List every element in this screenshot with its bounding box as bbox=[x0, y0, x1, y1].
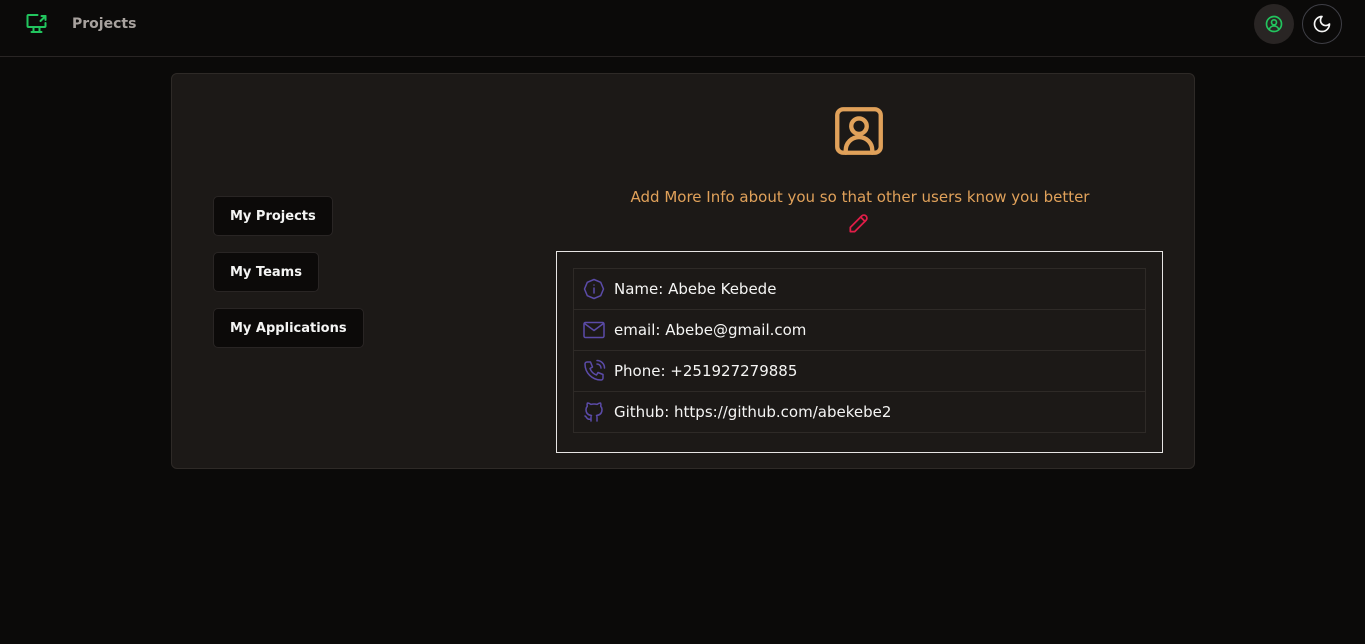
my-projects-button[interactable]: My Projects bbox=[213, 196, 333, 236]
detail-text-phone: Phone: +251927279885 bbox=[614, 362, 798, 380]
detail-row-phone: Phone: +251927279885 bbox=[573, 350, 1146, 392]
github-icon bbox=[584, 402, 603, 422]
moon-icon bbox=[1313, 15, 1331, 33]
info-octagon-icon bbox=[583, 278, 605, 300]
add-info-prompt: Add More Info about you so that other us… bbox=[630, 188, 1090, 206]
my-applications-button[interactable]: My Applications bbox=[213, 308, 364, 348]
user-square-icon bbox=[835, 107, 883, 155]
detail-row-email: email: Abebe@gmail.com bbox=[573, 309, 1146, 351]
pencil-icon[interactable] bbox=[846, 210, 872, 236]
profile-button[interactable] bbox=[1254, 4, 1294, 44]
detail-row-name: Name: Abebe Kebede bbox=[573, 268, 1146, 310]
theme-toggle-button[interactable] bbox=[1302, 4, 1342, 44]
monitor-share-icon[interactable] bbox=[24, 12, 49, 36]
nav-link-projects[interactable]: Projects bbox=[72, 16, 136, 32]
user-circle-icon bbox=[1265, 15, 1283, 33]
top-navbar: Projects bbox=[0, 0, 1365, 57]
detail-text-name: Name: Abebe Kebede bbox=[614, 280, 777, 298]
detail-text-email: email: Abebe@gmail.com bbox=[614, 321, 807, 339]
detail-row-github: Github: https://github.com/abekebe2 bbox=[573, 391, 1146, 433]
my-teams-button[interactable]: My Teams bbox=[213, 252, 319, 292]
mail-icon bbox=[583, 321, 605, 339]
profile-card: My Projects My Teams My Applications Add… bbox=[171, 73, 1195, 469]
profile-details: Name: Abebe Kebede email: Abebe@gmail.co… bbox=[556, 251, 1163, 453]
detail-text-github: Github: https://github.com/abekebe2 bbox=[614, 403, 892, 421]
phone-icon bbox=[584, 359, 606, 381]
